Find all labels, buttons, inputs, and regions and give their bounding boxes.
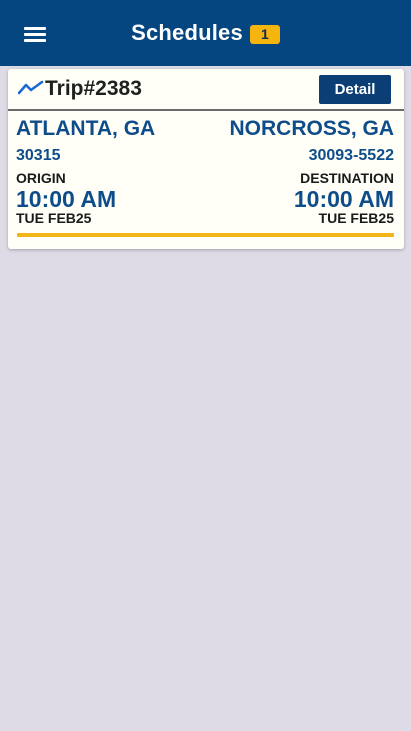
origin-zip: 30315 [16,147,61,164]
trip-card-header: Trip#2383 Detail [8,69,404,111]
trip-status-bar [17,233,394,237]
origin-date: TUE FEB25 [16,210,92,226]
schedule-count-badge: 1 [249,24,280,44]
app-bar: Schedules 1 [0,0,411,66]
destination-city: NORCROSS, GA [229,117,394,140]
detail-button[interactable]: Detail [319,75,391,104]
trend-line-icon [18,80,44,95]
trip-title: Trip#2383 [45,77,142,100]
origin-label: ORIGIN [16,170,66,186]
destination-label: DESTINATION [300,170,394,186]
app-title-container: Schedules 1 [0,0,411,66]
origin-time: 10:00 AM [16,186,117,212]
trip-card[interactable]: Trip#2383 Detail ATLANTA, GA NORCROSS, G… [8,69,404,249]
destination-time: 10:00 AM [293,186,394,212]
destination-date: TUE FEB25 [318,210,394,226]
destination-zip: 30093-5522 [308,147,394,164]
page-title: Schedules [131,20,243,45]
origin-city: ATLANTA, GA [16,117,156,140]
